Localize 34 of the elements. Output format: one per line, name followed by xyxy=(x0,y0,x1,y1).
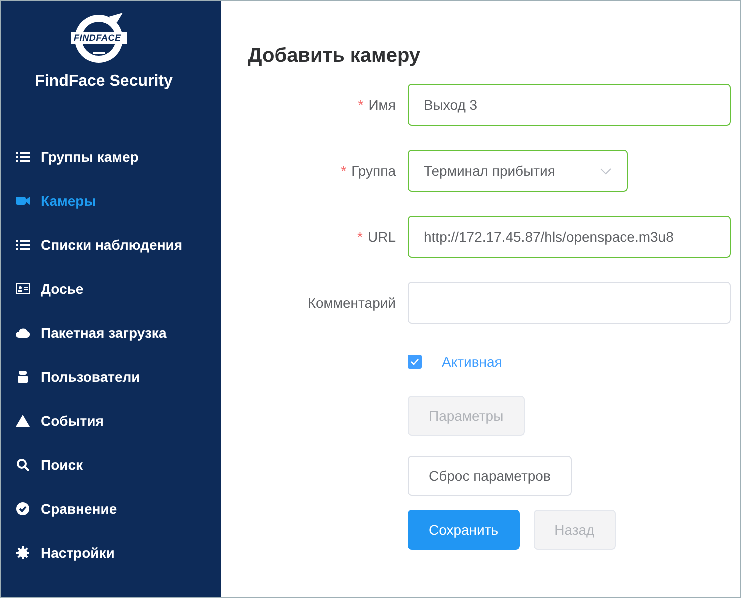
camera-icon xyxy=(16,194,30,208)
sidebar-item[interactable]: Камеры xyxy=(1,179,221,223)
app-title: FindFace Security xyxy=(34,73,174,91)
field-label: Комментарий xyxy=(306,295,397,311)
page-title: Добавить камеру xyxy=(248,45,422,68)
input-field[interactable]: Выход 3 xyxy=(408,84,731,126)
logo-text: FINDFACE xyxy=(74,33,122,43)
list-icon xyxy=(16,238,30,252)
sidebar-item[interactable]: Досье xyxy=(1,267,221,311)
sidebar-item[interactable]: Пакетная загрузка xyxy=(1,311,221,355)
id-card-icon xyxy=(16,282,30,296)
sidebar-item[interactable]: Сравнение xyxy=(1,487,221,531)
warning-icon xyxy=(16,414,30,428)
field-label: * URL xyxy=(356,229,397,245)
search-icon xyxy=(16,458,30,472)
chevron-down-icon xyxy=(600,168,612,174)
sidebar-item[interactable]: Поиск xyxy=(1,443,221,487)
cloud-upload-icon xyxy=(16,326,30,340)
check-circle-icon xyxy=(16,502,30,516)
sidebar-item[interactable]: Списки наблюдения xyxy=(1,223,221,267)
input-field[interactable] xyxy=(408,282,731,324)
select-field[interactable]: Терминал прибытия xyxy=(408,150,628,192)
sidebar-item[interactable]: Пользователи xyxy=(1,355,221,399)
input-field[interactable]: http://172.17.45.87/hls/openspace.m3u8 xyxy=(408,216,731,258)
settings-icon xyxy=(16,546,30,560)
sidebar-item[interactable]: Группы камер xyxy=(1,135,221,179)
button[interactable]: Сброс параметров xyxy=(408,456,572,496)
list-icon xyxy=(16,150,30,164)
field-label: * Группа xyxy=(340,163,397,179)
field-label: * Имя xyxy=(357,97,397,113)
sidebar-item[interactable]: Настройки xyxy=(1,531,221,575)
sidebar-item[interactable]: События xyxy=(1,399,221,443)
check-icon xyxy=(410,358,420,366)
checkbox[interactable] xyxy=(408,355,422,369)
